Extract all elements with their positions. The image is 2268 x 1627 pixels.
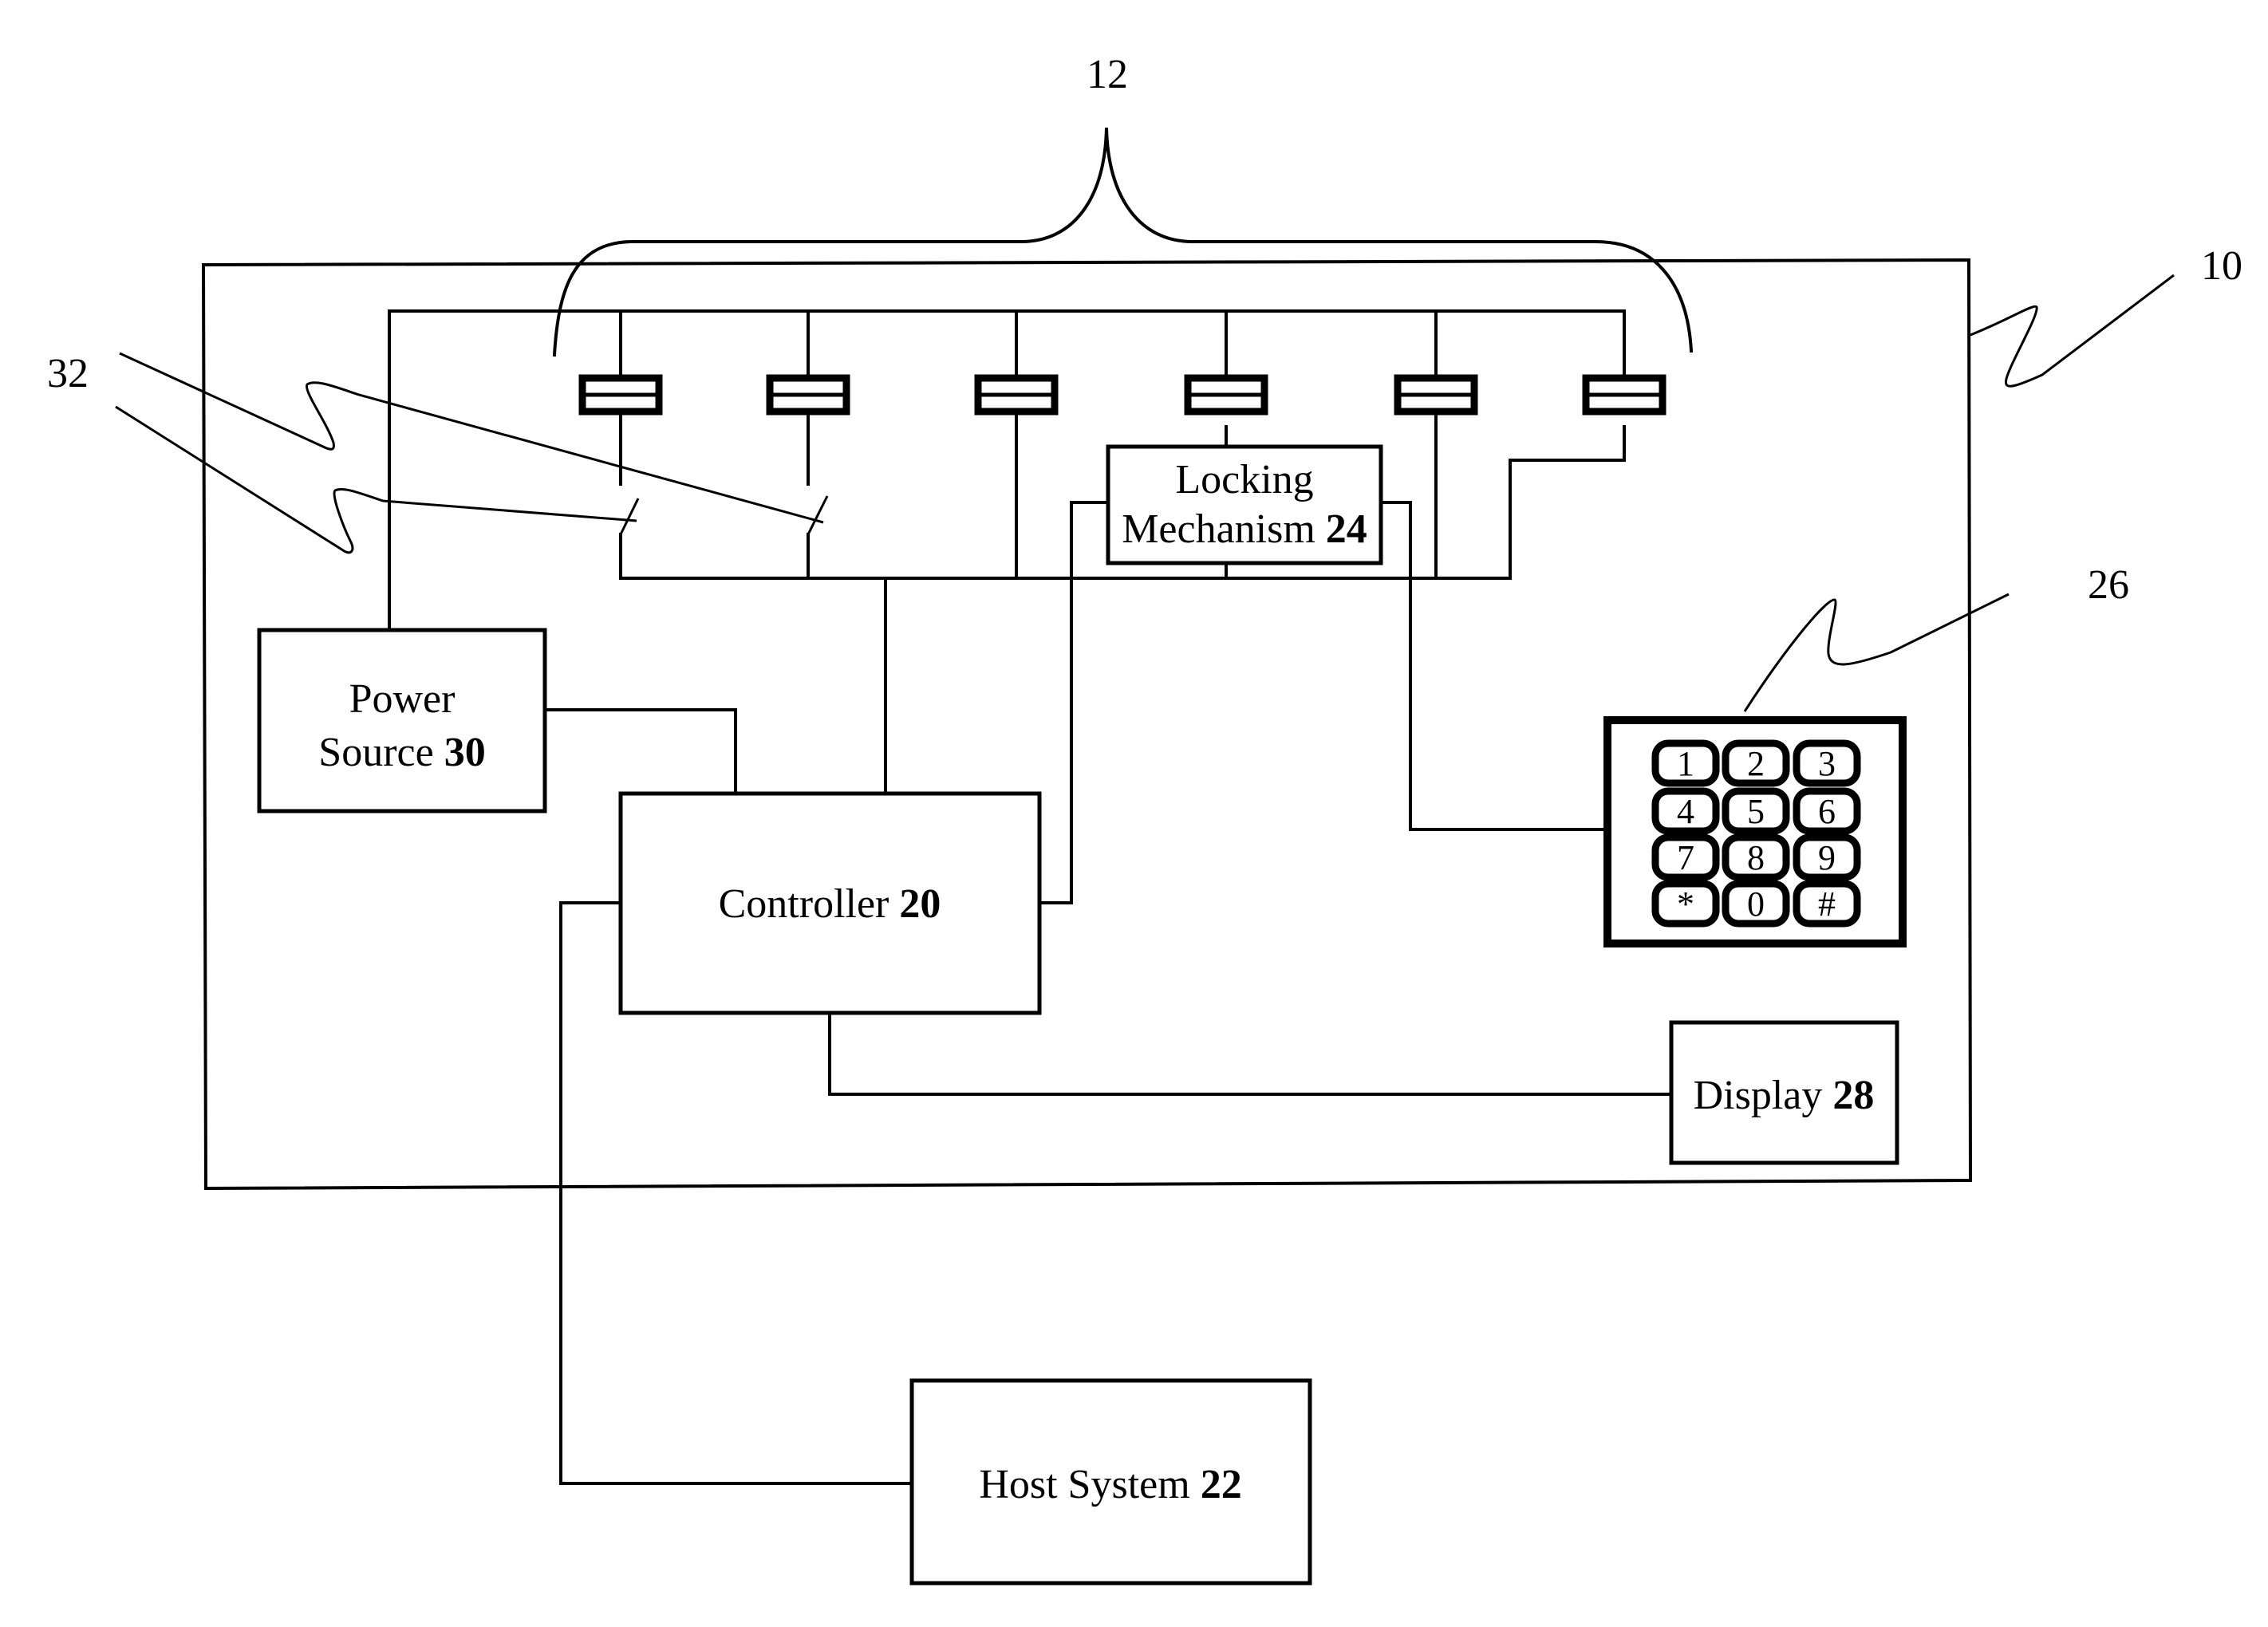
keypad-key: 0: [1722, 880, 1790, 928]
keypad-key-label: 7: [1677, 838, 1694, 877]
keypad-key-label: 1: [1677, 744, 1694, 783]
power-source-label-line2: Source 30: [318, 730, 485, 775]
ref-label-26: 26: [2088, 562, 2129, 608]
keypad-key-label: 3: [1818, 744, 1836, 783]
keypad-key: 8: [1722, 833, 1790, 881]
leader-line-32a: [119, 352, 824, 524]
ref-label-32: 32: [47, 351, 89, 396]
keypad-key: 4: [1651, 787, 1720, 835]
keypad-key: 1: [1651, 739, 1720, 787]
keypad-key: 5: [1722, 787, 1790, 835]
switch-1: [619, 498, 640, 580]
display-label: Display 28: [1694, 1073, 1875, 1118]
locking-mechanism-label-line2: Mechanism 24: [1122, 506, 1367, 552]
keypad-keys: 1 2 3 4 5 6 7 8 9 * 0 #: [1651, 739, 1861, 928]
keypad-key: 6: [1793, 787, 1861, 835]
controller-to-lock-wire: [1038, 501, 1110, 904]
controller-label: Controller 20: [719, 881, 941, 927]
locking-mechanism-label-line1: Locking: [1175, 457, 1313, 502]
keypad-key-label: 6: [1818, 792, 1836, 831]
system-diagram: Locking Mechanism 24 Power Source 30 Con…: [47, 52, 2242, 1586]
keypad-key: 7: [1651, 833, 1720, 881]
keypad-key-label: #: [1818, 884, 1836, 924]
receptacles-brace: [552, 127, 1694, 357]
leader-line-32b: [115, 405, 637, 554]
lock-to-keypad-wire: [1379, 501, 1609, 831]
keypad-key-label: 8: [1747, 838, 1765, 877]
host-system-label: Host System 22: [979, 1462, 1241, 1507]
keypad-key: *: [1651, 880, 1720, 928]
ref-label-10: 10: [2201, 243, 2242, 289]
keypad-key: 2: [1722, 739, 1790, 787]
controller-to-display-wire: [828, 1011, 1673, 1096]
fuse-4: [1184, 309, 1268, 416]
ref-label-12: 12: [1087, 52, 1128, 97]
power-to-controller-wire: [543, 708, 737, 795]
fuse-3: [974, 309, 1059, 580]
keypad-key: 9: [1793, 833, 1861, 881]
keypad-key: #: [1793, 880, 1861, 928]
keypad-key-label: 2: [1747, 744, 1765, 783]
fuse-6: [1582, 309, 1666, 416]
keypad-key-label: 9: [1818, 838, 1836, 877]
top-bus-wire: [388, 309, 1626, 632]
keypad-key: 3: [1793, 739, 1861, 787]
keypad-key-label: 4: [1677, 792, 1694, 831]
keypad-key-label: *: [1677, 884, 1694, 924]
fuse-2: [766, 309, 850, 486]
switch-2: [807, 495, 829, 580]
power-source-label-line1: Power: [349, 676, 456, 722]
keypad-key-label: 0: [1747, 884, 1765, 924]
leader-line-10: [1970, 274, 2175, 388]
keypad-key-label: 5: [1747, 792, 1765, 831]
